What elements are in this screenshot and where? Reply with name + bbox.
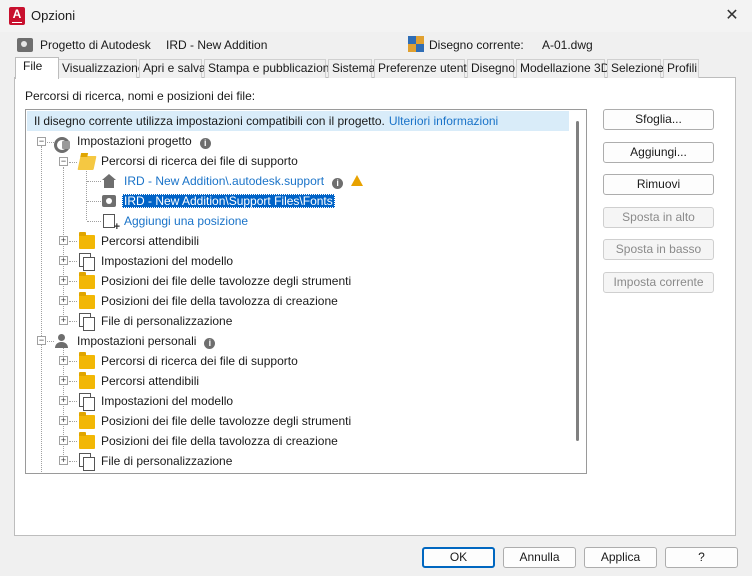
pages-icon — [79, 313, 95, 331]
pages-icon — [79, 253, 95, 271]
tree-node-personal-creation-palette[interactable]: Posizioni dei file della tavolozza di cr… — [101, 431, 338, 451]
expand-project-trusted-paths[interactable]: + — [59, 236, 68, 245]
tree-node-personal-model-settings[interactable]: Impostazioni del modello — [101, 391, 233, 411]
expand-project-tool-palettes[interactable]: + — [59, 276, 68, 285]
tab-disegno[interactable]: Disegno — [467, 59, 515, 78]
expand-project-creation-palette[interactable]: + — [59, 296, 68, 305]
folder-icon — [79, 292, 95, 309]
cancel-button[interactable]: Annulla — [503, 547, 576, 568]
tree-node-personal-customization-files[interactable]: File di personalizzazione — [101, 451, 232, 471]
home-folder-icon — [102, 174, 116, 188]
info-icon[interactable]: i — [199, 138, 211, 149]
tab-file[interactable]: File — [15, 57, 59, 79]
help-button[interactable]: ? — [665, 547, 738, 568]
tab-profili[interactable]: Profili — [663, 59, 699, 78]
file-paths-tree[interactable]: Il disegno corrente utilizza impostazion… — [25, 109, 587, 474]
tree-node-project-support-paths[interactable]: Percorsi di ricerca dei file di supporto — [101, 151, 298, 171]
info-bar-text: Il disegno corrente utilizza impostazion… — [34, 114, 385, 128]
support-path-1-label: IRD - New Addition\.autodesk.support — [124, 174, 325, 188]
add-button[interactable]: Aggiungi... — [603, 142, 714, 163]
collapse-project-settings[interactable]: − — [37, 137, 46, 146]
tree-node-project-tool-palettes[interactable]: Posizioni dei file delle tavolozze degli… — [101, 271, 351, 291]
collapse-personal-settings[interactable]: − — [37, 336, 46, 345]
tree-node-support-path-autodesk[interactable]: IRD - New Addition\.autodesk.support i — [124, 171, 364, 191]
window-title: Opzioni — [31, 8, 76, 23]
folder-location-icon — [102, 195, 116, 207]
open-folder-icon — [77, 156, 97, 170]
autocad-logo-icon: A — [9, 7, 25, 25]
add-location-link[interactable]: Aggiungi una posizione — [124, 211, 248, 231]
tab-visualizzazione[interactable]: Visualizzazione — [58, 59, 145, 78]
info-icon[interactable]: i — [332, 178, 344, 189]
pages-icon — [79, 453, 95, 471]
more-info-link[interactable]: Ulteriori informazioni — [389, 114, 498, 128]
expand-project-model-settings[interactable]: + — [59, 256, 68, 265]
warning-icon[interactable] — [351, 175, 364, 186]
tree-node-personal-tool-palettes[interactable]: Posizioni dei file delle tavolozze degli… — [101, 411, 351, 431]
tree-node-project-settings[interactable]: Impostazioni progetto i — [77, 131, 211, 151]
collapse-project-support-paths[interactable]: − — [59, 157, 68, 166]
remove-button[interactable]: Rimuovi — [603, 174, 714, 195]
tree-node-personal-settings[interactable]: Impostazioni personali i — [77, 331, 216, 351]
folder-icon — [79, 432, 95, 449]
project-camera-icon — [17, 38, 33, 52]
section-label: Percorsi di ricerca, nomi e posizioni de… — [25, 89, 256, 103]
pages-icon — [79, 393, 95, 411]
folder-icon — [79, 232, 95, 249]
folder-icon — [79, 272, 95, 289]
expand-personal-customization-files[interactable]: + — [59, 456, 68, 465]
tab-preferenze-utente[interactable]: Preferenze utente — [374, 59, 473, 78]
folder-icon — [79, 412, 95, 429]
tab-apri-e-salva[interactable]: Apri e salva — [139, 59, 206, 78]
info-icon[interactable]: i — [204, 338, 216, 349]
apply-button[interactable]: Applica — [584, 547, 657, 568]
set-current-button[interactable]: Imposta corrente — [603, 272, 714, 293]
title-bar: A Opzioni ✕ — [0, 0, 752, 32]
expand-project-customization-files[interactable]: + — [59, 316, 68, 325]
project-label: Progetto di Autodesk — [40, 38, 151, 52]
tab-stampa-e-pubblicazione[interactable]: Stampa e pubblicazione — [204, 59, 336, 78]
folder-icon — [79, 372, 95, 389]
drawing-label: Disegno corrente: — [429, 38, 524, 52]
tree-guide-line — [41, 146, 42, 472]
ok-button[interactable]: OK — [422, 547, 495, 568]
dwg-file-icon — [408, 36, 424, 52]
personal-settings-label: Impostazioni personali — [77, 334, 197, 348]
tab-modellazione-3d[interactable]: Modellazione 3D — [516, 59, 609, 78]
add-location-icon — [103, 214, 120, 232]
tree-node-project-customization-files[interactable]: File di personalizzazione — [101, 311, 232, 331]
move-up-button[interactable]: Sposta in alto — [603, 207, 714, 228]
browse-button[interactable]: Sfoglia... — [603, 109, 714, 130]
tab-selezione[interactable]: Selezione — [607, 59, 664, 78]
close-button[interactable]: ✕ — [722, 6, 742, 26]
gear-project-icon — [54, 135, 70, 153]
expand-personal-creation-palette[interactable]: + — [59, 436, 68, 445]
expand-personal-trusted-paths[interactable]: + — [59, 376, 68, 385]
project-name: IRD - New Addition — [166, 38, 268, 52]
expand-personal-support-paths[interactable]: + — [59, 356, 68, 365]
expand-personal-model-settings[interactable]: + — [59, 396, 68, 405]
tab-sistema[interactable]: Sistema — [328, 59, 375, 78]
folder-icon — [79, 352, 95, 369]
tree-node-personal-support-paths[interactable]: Percorsi di ricerca dei file di supporto — [101, 351, 298, 371]
project-settings-label: Impostazioni progetto — [77, 134, 192, 148]
tree-guide-line — [86, 167, 87, 220]
support-path-2-label: IRD - New Addition\Support Files\Fonts — [122, 194, 335, 208]
drawing-name: A-01.dwg — [542, 38, 593, 52]
tree-node-personal-trusted-paths[interactable]: Percorsi attendibili — [101, 371, 199, 391]
compatibility-info-bar: Il disegno corrente utilizza impostazion… — [27, 111, 569, 131]
move-down-button[interactable]: Sposta in basso — [603, 239, 714, 260]
tree-node-project-trusted-paths[interactable]: Percorsi attendibili — [101, 231, 199, 251]
expand-personal-tool-palettes[interactable]: + — [59, 416, 68, 425]
tree-node-project-creation-palette[interactable]: Posizioni dei file della tavolozza di cr… — [101, 291, 338, 311]
tree-node-support-path-fonts[interactable]: IRD - New Addition\Support Files\Fonts — [122, 191, 335, 211]
tree-node-project-model-settings[interactable]: Impostazioni del modello — [101, 251, 233, 271]
person-settings-icon — [55, 334, 71, 348]
scrollbar-thumb[interactable] — [576, 121, 579, 441]
tree-scrollbar[interactable] — [571, 111, 586, 472]
